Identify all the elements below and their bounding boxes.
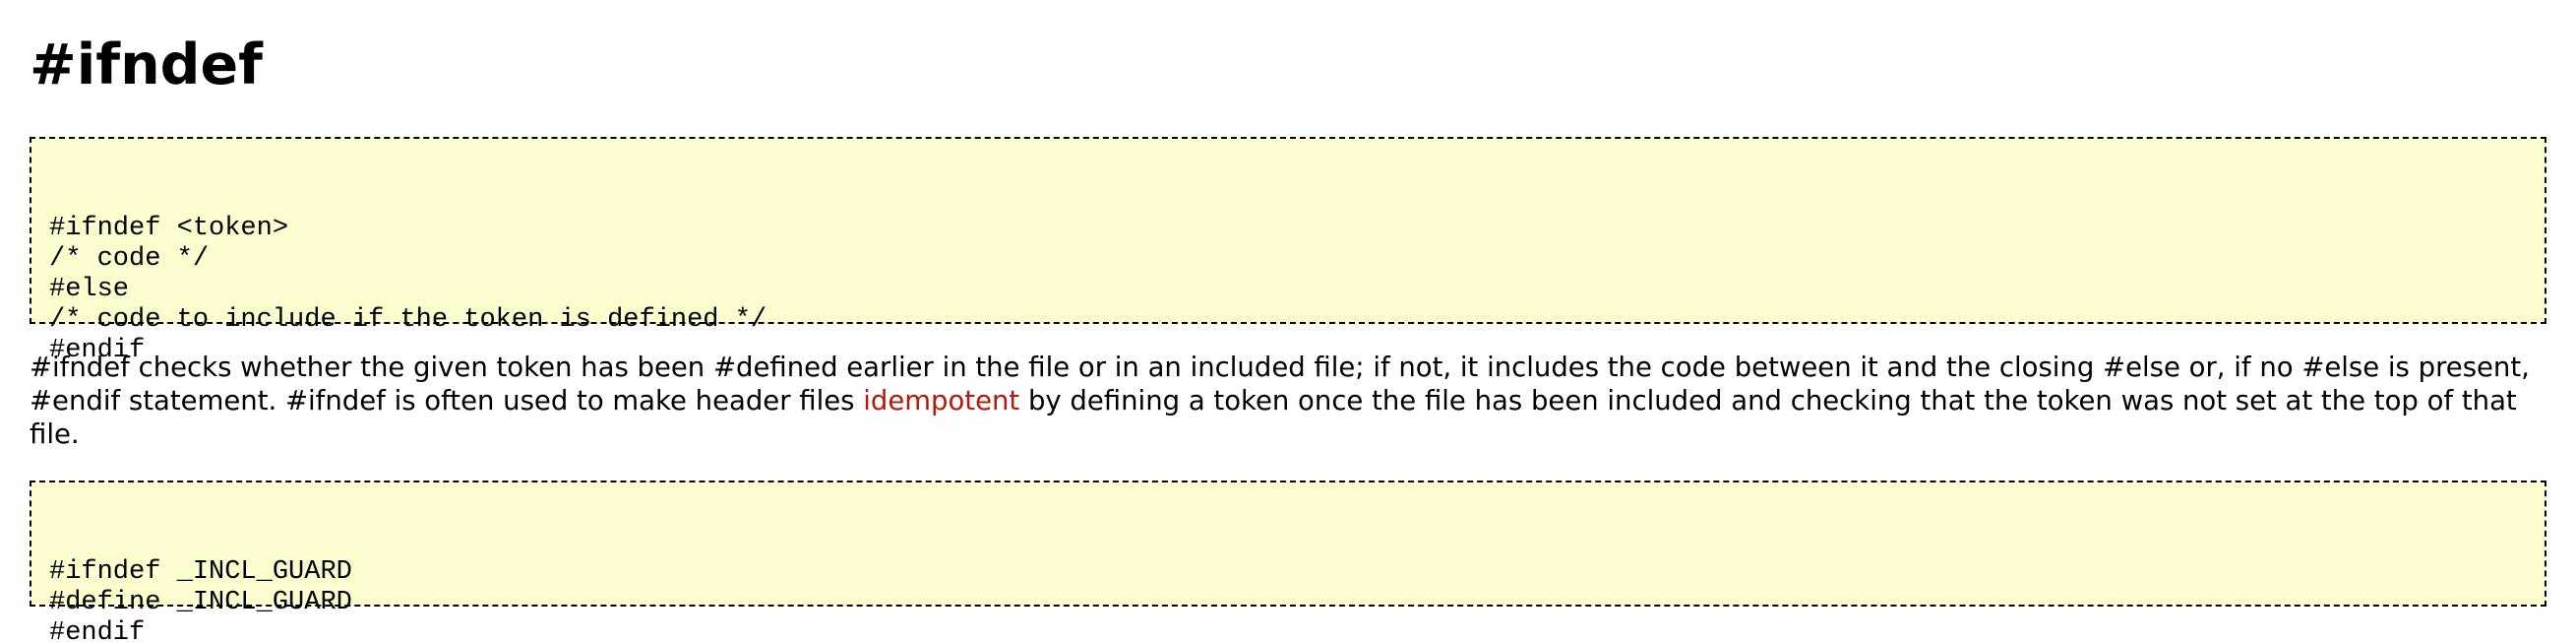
idempotent-link[interactable]: idempotent (863, 385, 1019, 417)
code-block-include-guard: #ifndef _INCL_GUARD #define _INCL_GUARD #e… (30, 481, 2546, 642)
code-line: #ifndef _INCL_GUARD (49, 557, 352, 587)
code-line: #define _INCL_GUARD (49, 588, 352, 617)
code-line: #else (49, 275, 130, 304)
code-line: /* code */ (49, 244, 210, 274)
code-line: #endif (49, 618, 146, 642)
code-line: /* code to include if the token is defin… (49, 305, 767, 335)
page-title: #ifndef (30, 32, 263, 97)
code-line: #ifndef <token> (49, 214, 289, 243)
code-block-syntax: #ifndef <token>/* code */#else/* code to… (30, 137, 2546, 365)
description-paragraph: #ifndef checks whether the given token h… (30, 351, 2548, 451)
